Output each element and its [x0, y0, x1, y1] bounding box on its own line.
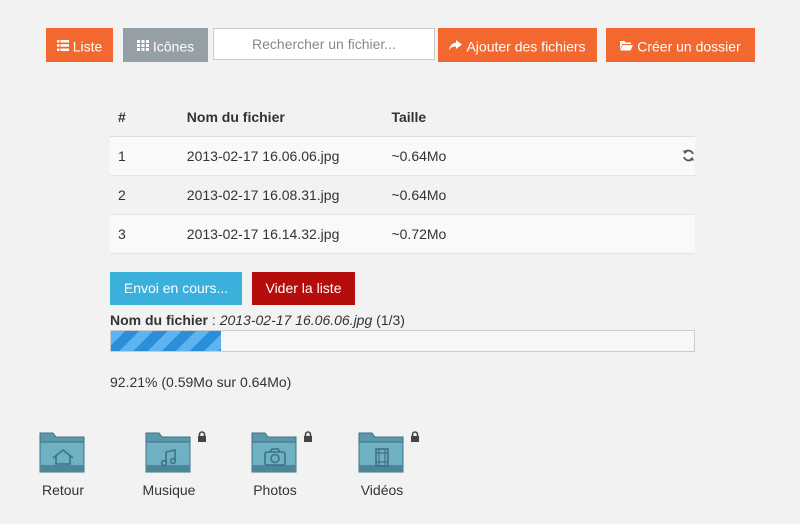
lock-icon	[197, 430, 207, 448]
progress-percent-text: 92.21% (0.59Mo sur 0.64Mo)	[110, 374, 292, 390]
clear-list-button[interactable]: Vider la liste	[252, 272, 355, 305]
grid-icon	[136, 29, 149, 63]
current-file-label: Nom du fichier	[110, 312, 209, 328]
icons-view-button[interactable]: Icônes	[123, 28, 208, 62]
row-status	[575, 214, 695, 254]
row-status	[575, 136, 695, 176]
folder-label: Vidéos	[360, 482, 404, 498]
row-status	[575, 175, 695, 215]
search-input[interactable]	[213, 28, 435, 60]
row-size: ~0.64Mo	[391, 136, 575, 176]
table-row: 3 2013-02-17 16.14.32.jpg ~0.72Mo	[110, 214, 695, 254]
row-number: 3	[110, 214, 187, 254]
list-icon	[56, 29, 69, 63]
row-number: 1	[110, 136, 187, 176]
column-header-number: #	[110, 98, 187, 137]
sending-button[interactable]: Envoi en cours...	[110, 272, 242, 305]
column-header-filename: Nom du fichier	[186, 98, 392, 137]
upload-file-table: # Nom du fichier Taille 1 2013-02-17 16.…	[110, 98, 695, 254]
progress-bar	[110, 330, 695, 352]
add-files-button[interactable]: Ajouter des fichiers	[438, 28, 597, 62]
row-filename: 2013-02-17 16.08.31.jpg	[186, 175, 392, 215]
list-view-label: Liste	[72, 38, 103, 55]
table-row: 2 2013-02-17 16.08.31.jpg ~0.64Mo	[110, 175, 695, 215]
share-arrow-icon	[449, 29, 463, 63]
folder-item[interactable]: Vidéos	[342, 430, 422, 510]
refresh-icon	[682, 149, 695, 165]
progress-fill	[111, 331, 221, 351]
upload-counter: (1/3)	[376, 312, 405, 328]
folder-label: Retour	[41, 482, 85, 498]
folder-label: Photos	[253, 482, 297, 498]
create-folder-label: Créer un dossier	[637, 38, 741, 55]
folder-item[interactable]: Musique	[129, 430, 209, 510]
row-number: 2	[110, 175, 187, 215]
table-header-row: # Nom du fichier Taille	[110, 98, 695, 137]
current-file-name: 2013-02-17 16.06.06.jpg	[219, 312, 373, 328]
icons-view-label: Icônes	[152, 38, 195, 55]
list-view-button[interactable]: Liste	[46, 28, 113, 62]
folder-label: Musique	[142, 482, 196, 498]
folder-icon	[39, 432, 85, 473]
create-folder-button[interactable]: Créer un dossier	[606, 28, 755, 62]
row-filename: 2013-02-17 16.06.06.jpg	[186, 136, 392, 176]
lock-icon	[410, 430, 420, 448]
add-files-label: Ajouter des fichiers	[466, 38, 586, 55]
progress-label: Nom du fichier : 2013-02-17 16.06.06.jpg…	[110, 312, 405, 328]
lock-icon	[303, 430, 313, 448]
column-header-status	[575, 98, 695, 137]
folder-open-icon	[620, 29, 634, 63]
table-row: 1 2013-02-17 16.06.06.jpg ~0.64Mo	[110, 136, 695, 176]
column-header-size: Taille	[391, 98, 575, 137]
row-size: ~0.64Mo	[391, 175, 575, 215]
folder-item[interactable]: Retour	[23, 430, 103, 510]
row-size: ~0.72Mo	[391, 214, 575, 254]
row-filename: 2013-02-17 16.14.32.jpg	[186, 214, 392, 254]
folder-item[interactable]: Photos	[235, 430, 315, 510]
